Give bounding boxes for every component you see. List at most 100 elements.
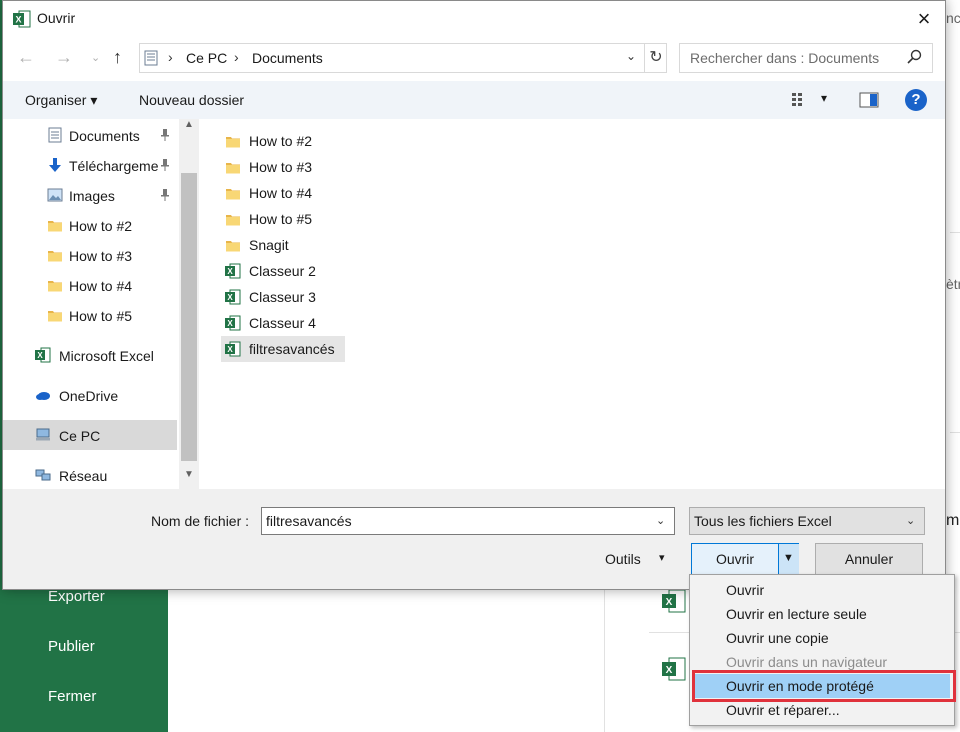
backstage-close[interactable]: Fermer — [48, 688, 96, 705]
nav-item-folder[interactable]: How to #3 — [3, 240, 177, 270]
menu-item-open[interactable]: Ouvrir — [692, 578, 950, 602]
organize-button[interactable]: Organiser ▾ — [25, 92, 97, 109]
open-options-button[interactable]: ▼ — [778, 544, 799, 574]
scrollbar-thumb[interactable] — [181, 173, 197, 461]
folder-icon — [226, 163, 240, 174]
svg-text:X: X — [227, 293, 233, 302]
filename-label: Nom de fichier : — [151, 513, 250, 529]
nav-item-this-pc[interactable]: Ce PC — [3, 420, 177, 450]
breadcrumb-documents[interactable]: Documents — [252, 50, 323, 66]
filename-input[interactable]: filtresavancés ⌄ — [261, 507, 675, 535]
pin-icon[interactable] — [159, 128, 171, 142]
list-item[interactable]: How to #2 — [221, 128, 341, 154]
nav-item-documents[interactable]: Documents — [3, 120, 177, 150]
filetype-select[interactable]: Tous les fichiers Excel ⌄ — [689, 507, 925, 535]
chevron-down-icon[interactable]: ⌄ — [656, 514, 665, 527]
pin-icon[interactable] — [159, 188, 171, 202]
breadcrumb-ce-pc[interactable]: Ce PC — [186, 50, 227, 66]
folder-icon — [226, 189, 240, 200]
chevron-down-icon[interactable]: ▾ — [659, 551, 665, 564]
search-box[interactable]: Rechercher dans : Documents — [679, 43, 933, 73]
back-button[interactable]: ← — [17, 47, 35, 68]
file-name: Classeur 3 — [249, 289, 316, 305]
menu-item-open-read-only[interactable]: Ouvrir en lecture seule — [692, 602, 950, 626]
pin-icon[interactable] — [159, 158, 171, 172]
divider — [950, 232, 960, 233]
folder-icon — [48, 251, 62, 262]
svg-text:X: X — [666, 597, 673, 608]
nav-item-network[interactable]: Réseau — [3, 460, 177, 489]
svg-text:X: X — [666, 665, 673, 676]
chevron-down-icon[interactable]: ⌄ — [626, 49, 636, 63]
cancel-button[interactable]: Annuler — [815, 543, 923, 575]
open-button[interactable]: Ouvrir ▼ — [691, 543, 799, 575]
excel-file-icon: X — [662, 589, 686, 613]
menu-item-label: Ouvrir — [726, 582, 765, 598]
filename-value: filtresavancés — [266, 513, 352, 529]
backstage-peek-text: ma — [946, 512, 960, 529]
excel-file-icon: X — [225, 289, 241, 305]
list-item[interactable]: X Classeur 4 — [221, 310, 341, 336]
list-item[interactable]: X Classeur 2 — [221, 258, 341, 284]
chevron-down-icon[interactable]: ▼ — [179, 469, 199, 485]
recent-locations-button[interactable]: ⌄ — [91, 51, 100, 64]
svg-text:X: X — [227, 267, 233, 276]
nav-item-images[interactable]: Images — [3, 180, 177, 210]
nav-item-label: Téléchargements — [69, 158, 159, 174]
chevron-right-icon: › — [234, 49, 239, 65]
navigation-scrollbar[interactable]: ▲ ▼ — [179, 119, 199, 489]
command-bar: Organiser ▾ Nouveau dossier ▾ ? — [3, 81, 945, 119]
nav-item-folder[interactable]: How to #2 — [3, 210, 177, 240]
chevron-down-icon: ▾ — [90, 92, 98, 108]
file-name: Classeur 2 — [249, 263, 316, 279]
images-icon — [47, 188, 63, 202]
backstage-export[interactable]: Exporter — [48, 588, 105, 605]
divider — [950, 432, 960, 433]
forward-button[interactable]: → — [55, 47, 73, 68]
up-button[interactable]: ↑ — [113, 47, 122, 68]
view-options-icon[interactable] — [791, 91, 811, 109]
menu-item-label: Ouvrir et réparer... — [726, 702, 840, 718]
chevron-up-icon[interactable]: ▲ — [179, 119, 199, 135]
refresh-button[interactable]: ↻ — [644, 44, 667, 72]
close-button[interactable]: × — [909, 5, 939, 33]
network-icon — [35, 469, 51, 481]
menu-item-open-copy[interactable]: Ouvrir une copie — [692, 626, 950, 650]
backstage-publish[interactable]: Publier — [48, 638, 95, 655]
list-item[interactable]: How to #5 — [221, 206, 341, 232]
arrow-up-icon: ↑ — [113, 47, 122, 67]
nav-item-onedrive[interactable]: OneDrive — [3, 380, 177, 410]
nav-item-microsoft-excel[interactable]: X Microsoft Excel — [3, 340, 177, 370]
excel-file-icon: X — [225, 263, 241, 279]
nav-item-label: OneDrive — [59, 388, 119, 404]
list-item[interactable]: X Classeur 3 — [221, 284, 341, 310]
list-item[interactable]: How to #4 — [221, 180, 341, 206]
chevron-down-icon: ⌄ — [906, 515, 916, 527]
file-name: How to #5 — [249, 211, 313, 227]
help-icon[interactable]: ? — [905, 89, 927, 111]
list-item-selected[interactable]: X filtresavancés — [221, 336, 345, 362]
search-input[interactable]: Rechercher dans : Documents — [690, 50, 879, 66]
chevron-down-icon: ▼ — [783, 552, 794, 564]
close-icon: × — [917, 6, 931, 31]
tools-button[interactable]: Outils — [605, 551, 641, 567]
dialog-title: Ouvrir — [37, 10, 76, 26]
file-name: How to #4 — [249, 185, 313, 201]
nav-item-folder[interactable]: How to #4 — [3, 270, 177, 300]
excel-file-icon: X — [662, 657, 686, 681]
list-item[interactable]: How to #3 — [221, 154, 341, 180]
documents-icon — [48, 127, 62, 143]
new-folder-button[interactable]: Nouveau dossier — [139, 92, 244, 108]
preview-pane-icon[interactable] — [859, 91, 879, 109]
nav-item-folder[interactable]: How to #5 — [3, 300, 177, 330]
list-item[interactable]: Snagit — [221, 232, 341, 258]
nav-item-label: Réseau — [59, 468, 108, 484]
backstage-peek-text: ètre — [946, 276, 960, 292]
folder-icon — [226, 241, 240, 252]
open-options-menu: Ouvrir Ouvrir en lecture seule Ouvrir un… — [689, 574, 955, 726]
svg-text:X: X — [15, 15, 21, 25]
nav-item-downloads[interactable]: Téléchargements — [3, 150, 177, 180]
chevron-down-icon[interactable]: ▾ — [821, 91, 827, 105]
downloads-icon — [49, 158, 61, 172]
address-bar[interactable]: › Ce PC › Documents ⌄ ↻ — [139, 43, 667, 73]
